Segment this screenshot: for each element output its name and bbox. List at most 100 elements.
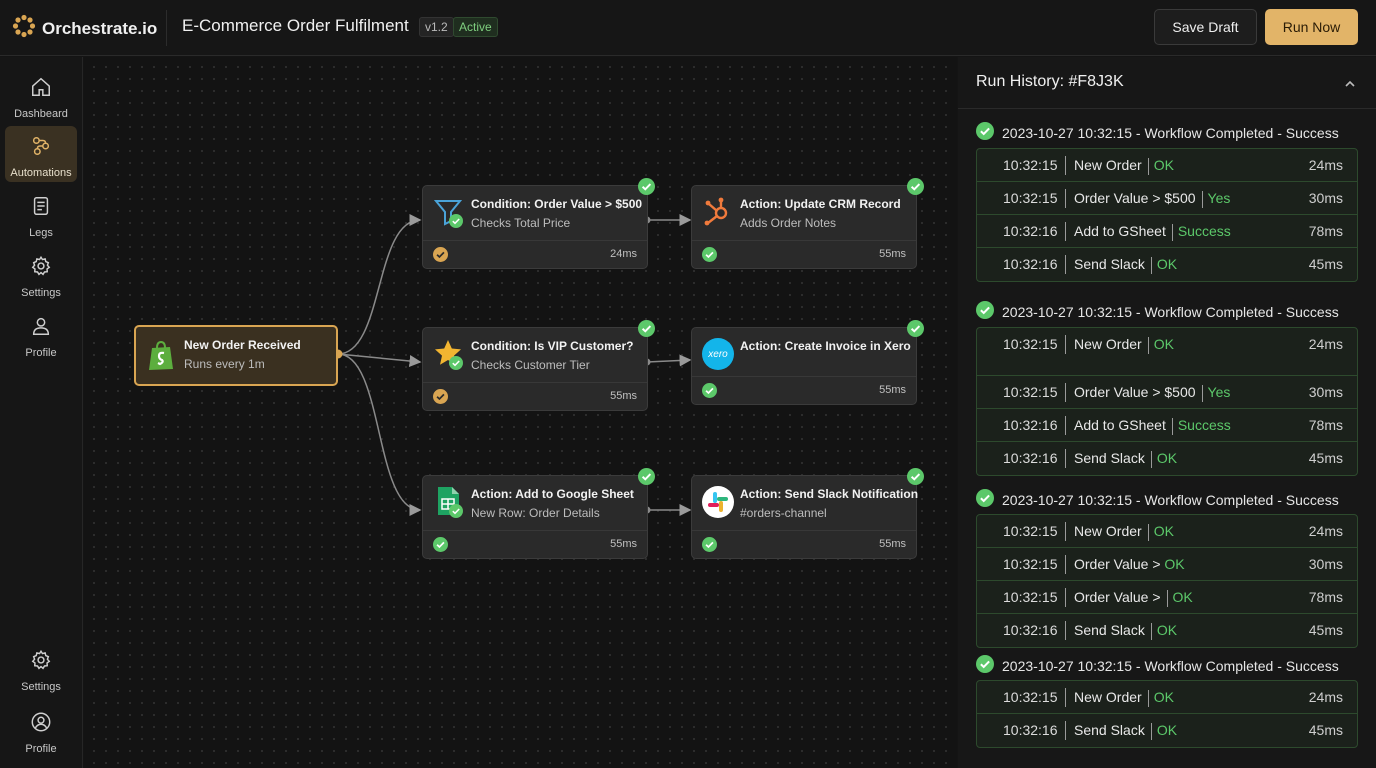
node-action-create-invoice[interactable]: xero Action: Create Invoice in Xero 55ms (691, 320, 924, 405)
sidebar-item-dashboard[interactable]: Dashbeard (5, 67, 77, 123)
app-logo[interactable]: Orchestrate.io (12, 14, 157, 43)
log-step-name: Send Slack OK (1074, 622, 1177, 640)
log-row[interactable]: 10:32:15 Order Value > $500 Yes 30ms (977, 376, 1357, 409)
log-row[interactable]: 10:32:15 New Order OK 24ms (977, 149, 1357, 182)
header-divider (166, 10, 167, 46)
node-title: Action: Add to Google Sheet (471, 487, 634, 501)
sidebar-bottom-profile[interactable]: Profile (5, 702, 77, 758)
node-subtitle: Runs every 1m (184, 357, 265, 371)
log-duration: 30ms (1308, 190, 1343, 206)
warning-check-icon (433, 389, 448, 409)
log-time: 10:32:15 (1003, 384, 1058, 400)
node-action-update-crm[interactable]: Action: Update CRM Record Adds Order Not… (691, 178, 924, 269)
logs-icon (30, 195, 52, 222)
node-duration: 24ms (610, 248, 637, 260)
shopify-icon (146, 340, 176, 370)
workflow-title[interactable]: E-Commerce Order Fulfilment (182, 16, 409, 36)
run-history-header: Run History: #F8J3K (958, 57, 1376, 109)
sidebar-item-settings[interactable]: Settings (5, 246, 77, 302)
log-duration: 24ms (1308, 157, 1343, 173)
success-check-icon (638, 468, 655, 490)
log-time: 10:32:15 (1003, 556, 1058, 572)
log-time: 10:32:16 (1003, 417, 1058, 433)
log-duration: 24ms (1308, 336, 1343, 352)
node-action-slack[interactable]: Action: Send Slack Notification #orders-… (691, 468, 924, 559)
node-action-google-sheet[interactable]: Action: Add to Google Sheet New Row: Ord… (422, 468, 655, 559)
log-divider (1166, 589, 1168, 607)
home-icon (30, 76, 52, 103)
chevron-up-icon[interactable] (1344, 77, 1356, 95)
log-divider (1171, 223, 1173, 241)
success-check-icon (638, 178, 655, 200)
log-result: OK (1172, 589, 1193, 605)
trigger-node[interactable]: New Order Received Runs every 1m (134, 325, 338, 386)
log-row[interactable]: 10:32:15 New Order OK 24ms (977, 328, 1357, 376)
node-subtitle: Checks Total Price (471, 216, 571, 230)
log-step-label: Send Slack (1074, 256, 1145, 272)
log-row[interactable]: 10:32:16 Send Slack OK 45ms (977, 248, 1357, 281)
run-log-table: 10:32:15 New Order OK 24ms 10:32:16 Send Sla… (976, 680, 1358, 748)
top-bar: Orchestrate.io E-Commerce Order Fulfilme… (0, 0, 1376, 56)
log-row[interactable]: 10:32:15 Order Value > $500 Yes 30ms (977, 182, 1357, 215)
run-history-title: Run History: #F8J3K (976, 73, 1124, 90)
log-row[interactable]: 10:32:15 Order Value > OK 78ms (977, 581, 1357, 614)
automations-icon (30, 135, 52, 162)
success-check-icon (976, 122, 994, 143)
log-row[interactable]: 10:32:16 Send Slack OK 45ms (977, 614, 1357, 647)
success-check-icon (638, 320, 655, 342)
sidebar-item-logs[interactable]: Legs (5, 186, 77, 242)
node-title: Action: Update CRM Record (740, 197, 901, 211)
star-icon (433, 338, 463, 370)
log-step-name: New Order OK (1074, 689, 1174, 707)
log-row[interactable]: 10:32:16 Send Slack OK 45ms (977, 714, 1357, 747)
log-step-name: Order Value > $500 Yes (1074, 190, 1230, 208)
sidebar-item-label: Profile (25, 347, 57, 359)
node-duration: 55ms (879, 248, 906, 260)
node-subtitle: #orders-channel (740, 506, 827, 520)
log-duration: 45ms (1308, 622, 1343, 638)
run-header[interactable]: 2023-10-27 10:32:15 - Workflow Completed… (976, 301, 1339, 322)
log-row[interactable]: 10:32:16 Add to GSheet Success 78ms (977, 215, 1357, 248)
log-divider (1065, 416, 1066, 435)
log-row[interactable]: 10:32:15 New Order OK 24ms (977, 681, 1357, 714)
success-check-icon (433, 537, 448, 557)
log-divider (1065, 222, 1066, 241)
log-duration: 45ms (1308, 450, 1343, 466)
log-step-label: New Order (1074, 689, 1142, 705)
xero-icon: xero (702, 338, 734, 370)
workflow-canvas[interactable]: New Order Received Runs every 1m Conditi… (84, 57, 957, 768)
user-icon (30, 315, 52, 342)
node-duration: 55ms (610, 538, 637, 550)
log-row[interactable]: 10:32:15 New Order OK 24ms (977, 515, 1357, 548)
node-footer: 55ms (423, 530, 647, 558)
node-condition-order-value[interactable]: Condition: Order Value > $500 Checks Tot… (422, 178, 655, 269)
sidebar-item-label: Legs (29, 227, 53, 239)
log-divider (1201, 190, 1203, 208)
user-circle-icon (30, 711, 52, 738)
log-time: 10:32:16 (1003, 256, 1058, 272)
log-row[interactable]: 10:32:16 Send Slack OK 45ms (977, 442, 1357, 475)
log-duration: 78ms (1308, 223, 1343, 239)
save-draft-button[interactable]: Save Draft (1154, 9, 1257, 45)
log-row[interactable]: 10:32:15 Order Value > OK 30ms (977, 548, 1357, 581)
log-step-label: New Order (1074, 523, 1142, 539)
node-duration: 55ms (879, 384, 906, 396)
log-result: OK (1164, 556, 1185, 572)
run-log-table: 10:32:15 New Order OK 24ms 10:32:15 Order Va… (976, 327, 1358, 476)
success-check-icon (907, 468, 924, 490)
log-time: 10:32:15 (1003, 190, 1058, 206)
run-header[interactable]: 2023-10-27 10:32:15 - Workflow Completed… (976, 655, 1339, 676)
run-header-text: 2023-10-27 10:32:15 - Workflow Completed… (1002, 491, 1339, 508)
run-header[interactable]: 2023-10-27 10:32:15 - Workflow Completed… (976, 122, 1339, 143)
filter-icon (433, 196, 463, 228)
sidebar-bottom-settings[interactable]: Settings (5, 640, 77, 696)
sidebar-item-automations[interactable]: Automations (5, 126, 77, 182)
log-divider (1147, 523, 1149, 541)
run-now-button[interactable]: Run Now (1265, 9, 1358, 45)
sidebar-item-profile[interactable]: Profile (5, 306, 77, 362)
log-step-name: New Order OK (1074, 336, 1174, 354)
run-header[interactable]: 2023-10-27 10:32:15 - Workflow Completed… (976, 489, 1339, 510)
log-step-label: Order Value > $500 (1074, 190, 1196, 206)
node-condition-vip[interactable]: Condition: Is VIP Customer? Checks Custo… (422, 320, 655, 411)
log-row[interactable]: 10:32:16 Add to GSheet Success 78ms (977, 409, 1357, 442)
